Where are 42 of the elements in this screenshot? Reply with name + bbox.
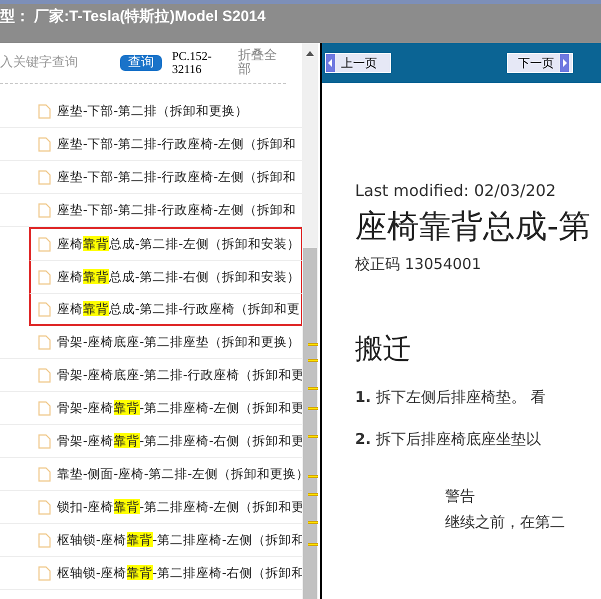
next-page-button[interactable]: 下一页 xyxy=(507,53,573,73)
search-button[interactable]: 查询 xyxy=(120,55,162,71)
document-icon xyxy=(38,136,51,152)
tree-item[interactable]: 座椅靠背总成-第二排-行政座椅（拆卸和更 xyxy=(29,293,303,326)
last-modified-text: Last modified: 02/03/202 xyxy=(355,180,557,202)
document-icon xyxy=(38,434,51,448)
document-icon xyxy=(38,566,51,580)
step-text: 1. 拆下左侧后排座椅垫。 看 xyxy=(355,386,547,408)
document-icon xyxy=(38,202,51,218)
collapse-all-link[interactable]: 折叠全部 xyxy=(238,49,280,77)
correction-code: 校正码 13054001 xyxy=(355,254,482,275)
scroll-up-arrow-icon[interactable] xyxy=(306,51,314,56)
part-code: PC.152-32116 xyxy=(172,50,213,76)
document-icon xyxy=(38,500,51,514)
document-icon xyxy=(38,466,51,482)
scrollbar-thumb[interactable] xyxy=(303,248,317,599)
window-title: 型： 厂家:T-Tesla(特斯拉)Model S2014 xyxy=(0,7,266,27)
document-title: 座椅靠背总成-第 xyxy=(355,206,592,247)
tree-item[interactable]: 骨架-座椅底座-第二排座垫（拆卸和更换） xyxy=(0,326,302,359)
document-icon xyxy=(38,270,51,284)
document-icon xyxy=(38,302,51,316)
previous-page-button[interactable]: 上一页 xyxy=(325,53,391,73)
scrollbar[interactable] xyxy=(302,43,318,599)
tree-item[interactable]: 座垫-下部-第二排-行政座椅-左侧（拆卸和 xyxy=(0,128,302,161)
document-icon xyxy=(38,334,51,350)
warning-label: 警告 xyxy=(445,486,476,506)
document-icon xyxy=(38,170,51,184)
tree-item[interactable]: 座垫-下部-第二排（拆卸和更换） xyxy=(0,95,302,128)
tree-item[interactable]: 座椅靠背总成-第二排-左侧（拆卸和安装） xyxy=(29,227,303,260)
tree-item[interactable]: 座垫-下部-第二排-行政座椅-左侧（拆卸和 xyxy=(0,194,302,227)
tree-item[interactable]: 靠垫-侧面-座椅-第二排-左侧（拆卸和更换） xyxy=(0,458,302,491)
document-icon xyxy=(38,368,51,382)
document-icon xyxy=(38,532,51,548)
document-icon xyxy=(38,400,51,416)
tree-item[interactable]: 骨架-座椅底座-第二排-行政座椅（拆卸和更 xyxy=(0,359,302,392)
document-icon xyxy=(38,104,51,118)
warning-text: 继续之前，在第二 xyxy=(445,512,566,533)
tree-item[interactable]: 座垫-下部-第二排-行政座椅-左侧（拆卸和 xyxy=(0,161,302,194)
search-field[interactable]: 入关键字查询 xyxy=(0,53,112,73)
section-heading: 搬迁 xyxy=(355,330,412,366)
step-text: 2. 拆下后排座椅底座坐垫以 xyxy=(355,429,542,450)
document-icon xyxy=(38,237,51,252)
